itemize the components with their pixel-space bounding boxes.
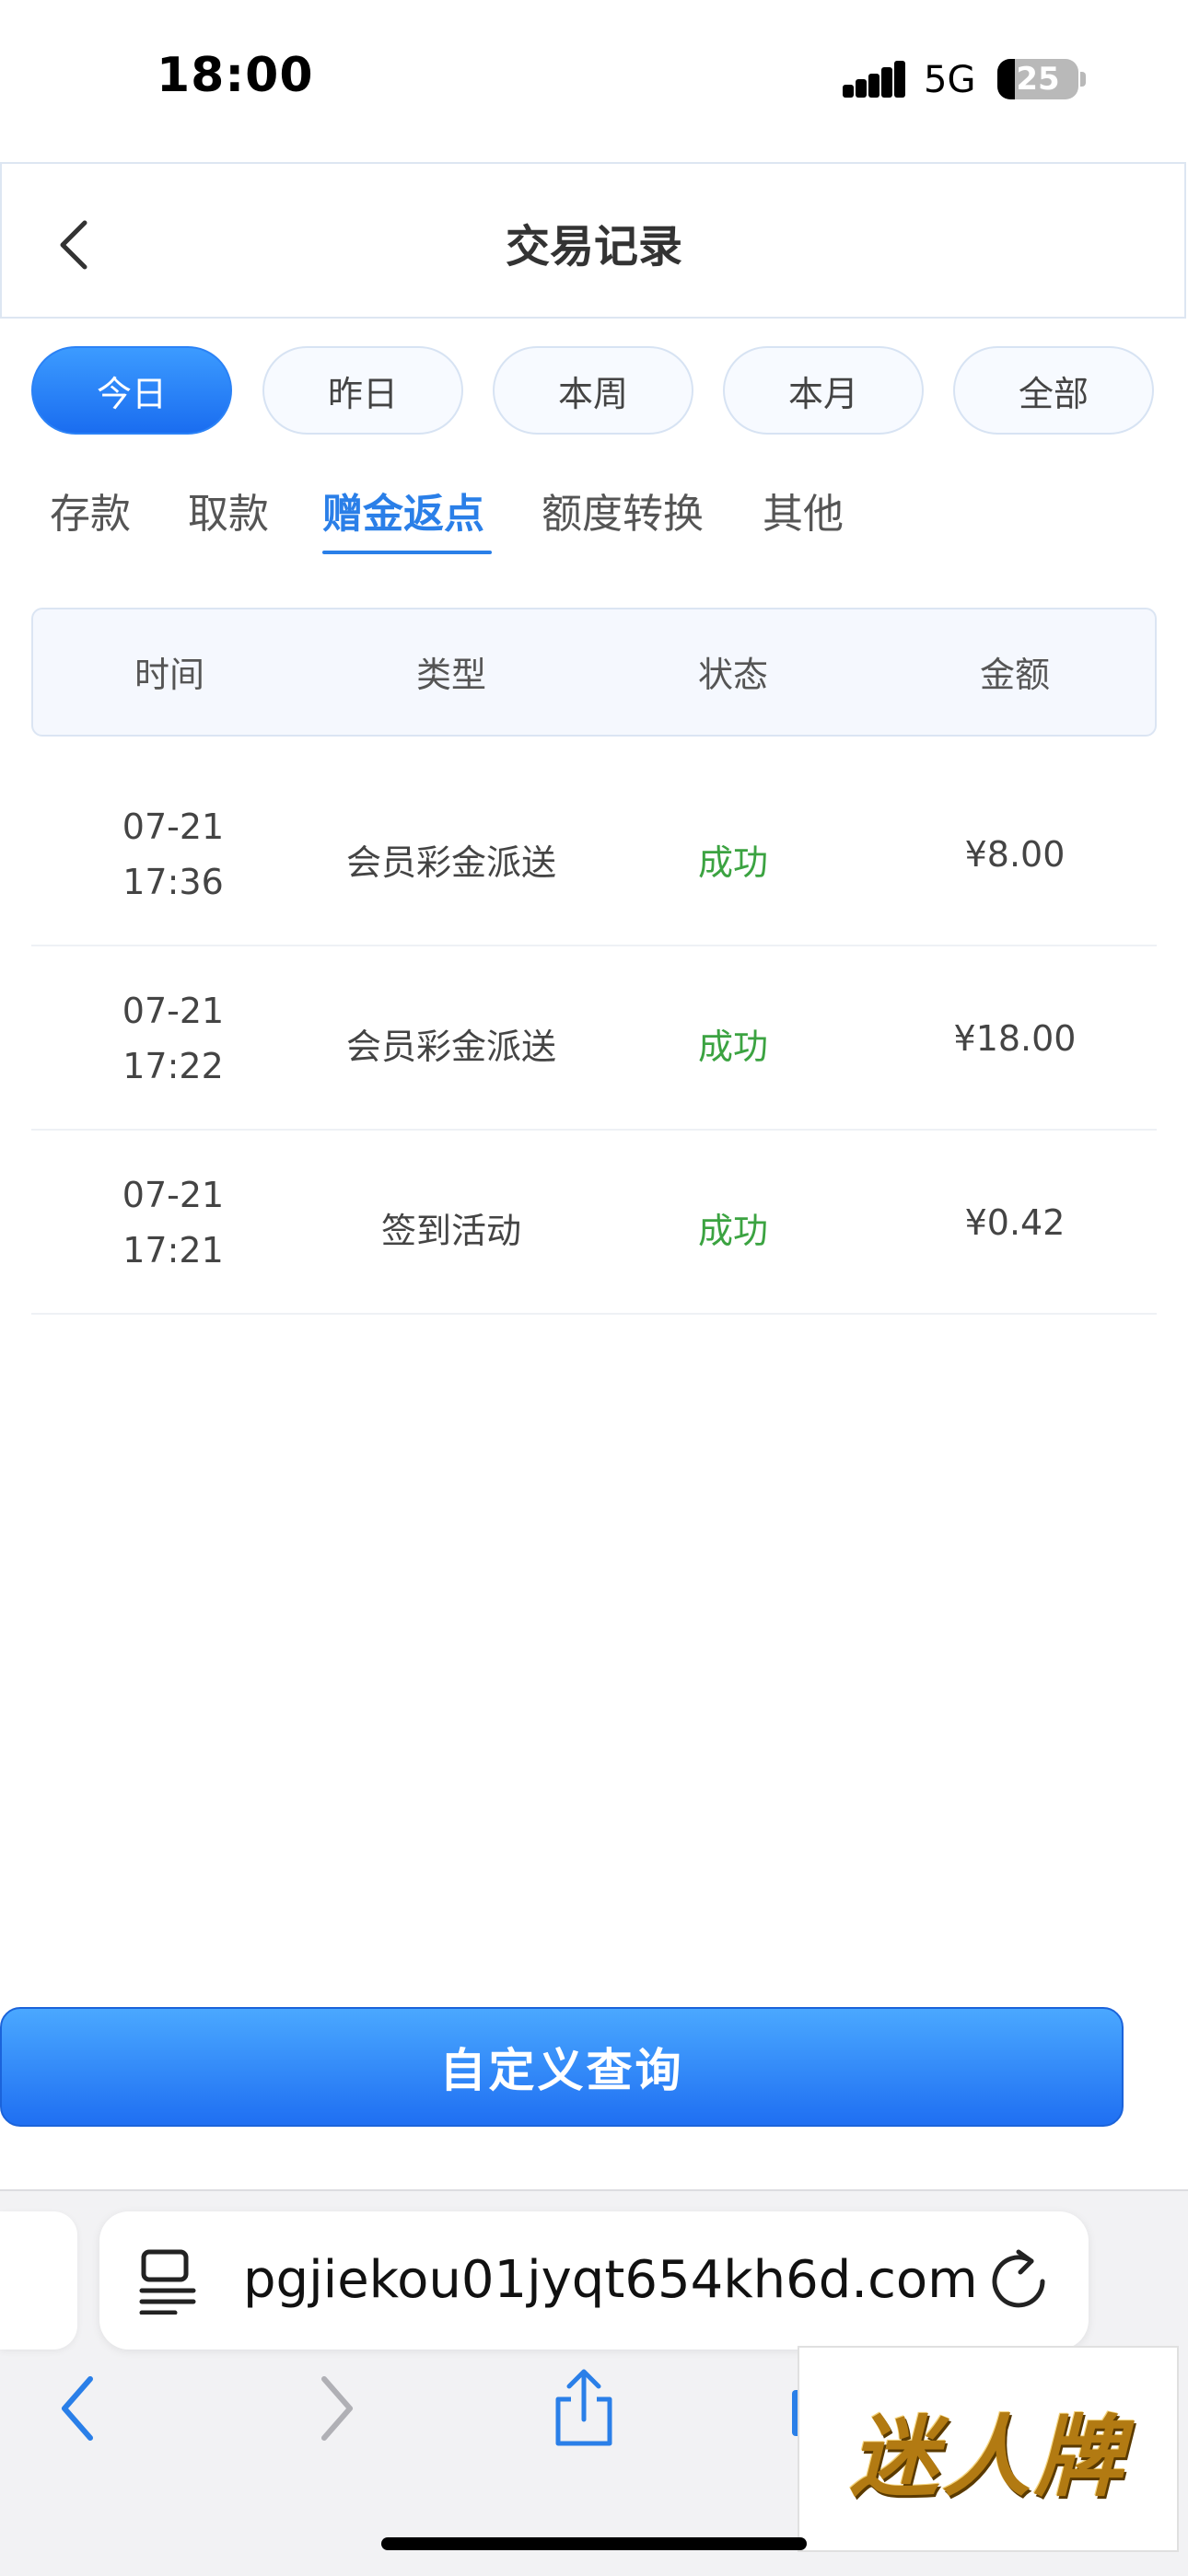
- row-clock: 17:36: [122, 862, 224, 902]
- home-indicator: [381, 2537, 807, 2550]
- period-yesterday[interactable]: 昨日: [262, 346, 463, 435]
- share-icon[interactable]: [549, 2368, 619, 2451]
- row-amount: ¥8.00: [964, 834, 1066, 875]
- row-type: 会员彩金派送: [345, 842, 556, 883]
- row-clock: 17:22: [122, 1046, 224, 1086]
- battery-level: 25: [1016, 61, 1060, 98]
- period-this-week[interactable]: 本周: [493, 346, 693, 435]
- tab-bonus-rebate[interactable]: 赠金返点: [322, 481, 484, 540]
- row-clock: 17:21: [122, 1230, 224, 1271]
- status-time: 18:00: [157, 48, 314, 103]
- browser-back-icon[interactable]: [57, 2375, 98, 2445]
- row-date: 07-21: [122, 991, 225, 1031]
- row-divider: [31, 1129, 1157, 1131]
- row-time: 07-21 17:36: [35, 799, 311, 910]
- custom-query-button[interactable]: 自定义查询: [0, 2007, 1124, 2127]
- column-header-amount: 金额: [979, 655, 1050, 695]
- cellular-signal-icon: [843, 61, 905, 98]
- row-divider: [31, 945, 1157, 946]
- tab-other[interactable]: 其他: [763, 481, 844, 540]
- row-time: 07-21 17:22: [35, 983, 311, 1094]
- row-status: 成功: [697, 1027, 768, 1067]
- column-header-time: 时间: [134, 655, 204, 695]
- tab-withdraw[interactable]: 取款: [188, 481, 269, 540]
- reader-mode-icon[interactable]: [138, 2246, 197, 2315]
- browser-forward-icon[interactable]: [317, 2375, 357, 2445]
- row-amount: ¥0.42: [964, 1202, 1066, 1243]
- row-status: 成功: [697, 1211, 768, 1251]
- row-status: 成功: [697, 842, 768, 883]
- network-type: 5G: [924, 59, 976, 101]
- row-divider: [31, 1313, 1157, 1315]
- period-all[interactable]: 全部: [953, 346, 1154, 435]
- watermark-logo: 迷人牌: [798, 2346, 1179, 2552]
- column-header-status: 状态: [697, 655, 768, 695]
- reload-icon[interactable]: [991, 2248, 1048, 2311]
- row-type: 会员彩金派送: [345, 1027, 556, 1067]
- battery-cap: [1080, 72, 1086, 87]
- active-tab-indicator: [322, 551, 492, 554]
- row-time: 07-21 17:21: [35, 1167, 311, 1278]
- battery-icon: 25: [997, 59, 1078, 99]
- period-this-month[interactable]: 本月: [723, 346, 924, 435]
- tab-deposit[interactable]: 存款: [50, 481, 131, 540]
- row-date: 07-21: [122, 806, 225, 847]
- watermark-text: 迷人牌: [850, 2405, 1126, 2509]
- column-header-type: 类型: [415, 655, 486, 695]
- period-today[interactable]: 今日: [31, 346, 232, 435]
- row-amount: ¥18.00: [953, 1018, 1077, 1059]
- previous-tab-preview[interactable]: [0, 2211, 77, 2350]
- tab-quota-transfer[interactable]: 额度转换: [542, 481, 704, 540]
- row-date: 07-21: [122, 1175, 225, 1215]
- page-title: 交易记录: [505, 221, 682, 273]
- url-text[interactable]: pgjiekou01jyqt654kh6d.com: [243, 2250, 980, 2310]
- row-type: 签到活动: [380, 1211, 521, 1251]
